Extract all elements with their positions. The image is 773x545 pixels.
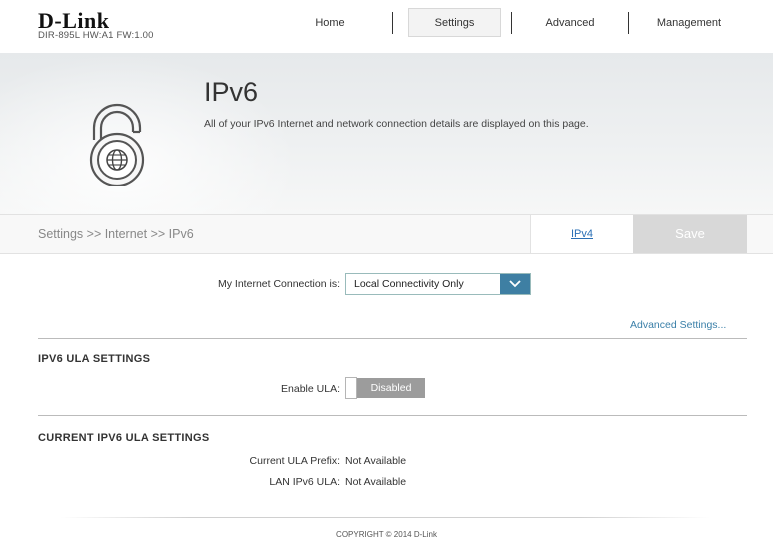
footer-divider bbox=[60, 517, 710, 518]
save-button[interactable]: Save bbox=[633, 215, 747, 253]
lan-ipv6-ula-label: LAN IPv6 ULA: bbox=[269, 476, 340, 488]
current-ula-title: CURRENT IPV6 ULA SETTINGS bbox=[38, 432, 210, 444]
nav-advanced[interactable]: Advanced bbox=[535, 17, 605, 29]
globe-lock-icon bbox=[82, 102, 152, 188]
page-description: All of your IPv6 Internet and network co… bbox=[204, 118, 589, 130]
chevron-down-icon[interactable] bbox=[500, 274, 530, 294]
connection-label: My Internet Connection is: bbox=[218, 278, 340, 290]
nav-separator bbox=[392, 12, 393, 34]
connection-type-value: Local Connectivity Only bbox=[354, 278, 464, 290]
nav-management[interactable]: Management bbox=[645, 17, 733, 29]
copyright: COPYRIGHT © 2014 D-Link bbox=[336, 530, 437, 539]
nav-settings[interactable]: Settings bbox=[418, 17, 491, 29]
ipv4-link[interactable]: IPv4 bbox=[530, 215, 633, 253]
advanced-settings-link[interactable]: Advanced Settings... bbox=[630, 319, 726, 331]
current-ula-prefix-label: Current ULA Prefix: bbox=[249, 455, 340, 467]
section-divider bbox=[38, 415, 747, 416]
connection-type-select[interactable]: Local Connectivity Only bbox=[345, 273, 531, 295]
nav-separator bbox=[511, 12, 512, 34]
enable-ula-toggle[interactable]: Disabled bbox=[345, 377, 425, 399]
current-ula-prefix-value: Not Available bbox=[345, 455, 407, 467]
ula-settings-title: IPV6 ULA SETTINGS bbox=[38, 353, 151, 365]
enable-ula-label: Enable ULA: bbox=[281, 383, 340, 395]
nav-home[interactable]: Home bbox=[300, 17, 360, 29]
toggle-knob bbox=[345, 377, 357, 399]
breadcrumb: Settings >> Internet >> IPv6 bbox=[38, 227, 194, 241]
page-title: IPv6 bbox=[204, 77, 259, 107]
nav-separator bbox=[628, 12, 629, 34]
lan-ipv6-ula-value: Not Available bbox=[345, 476, 407, 488]
toggle-state: Disabled bbox=[357, 378, 425, 398]
device-info: DIR-895L HW:A1 FW:1.00 bbox=[38, 30, 154, 41]
section-divider bbox=[38, 338, 747, 339]
